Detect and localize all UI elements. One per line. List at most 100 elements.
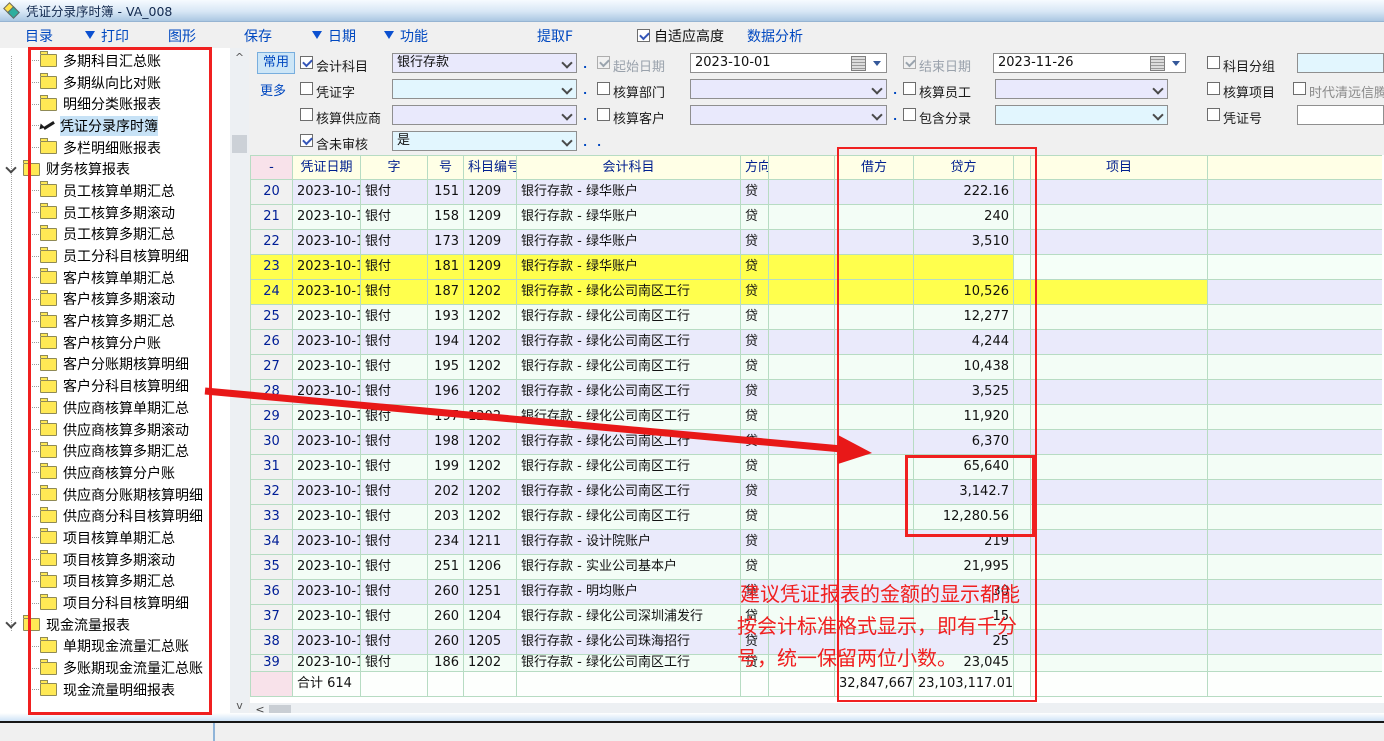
column-header[interactable]: 会计科目	[517, 155, 741, 180]
sidebar-item[interactable]: 供应商分账期核算明细	[0, 484, 230, 506]
scroll-up-button[interactable]: ^	[230, 50, 249, 66]
end-date-checkbox[interactable]	[903, 56, 916, 69]
function-dropdown-icon[interactable]	[384, 31, 394, 39]
entries-checkbox[interactable]	[903, 108, 916, 121]
column-header[interactable]: 方向	[741, 155, 769, 180]
voucher-word-select[interactable]	[392, 79, 577, 99]
sidebar-item[interactable]: 客户分科目核算明细	[0, 375, 230, 397]
table-row[interactable]: 23 2023-10-10 银付 181 1209 银行存款 - 绿华账户 贷	[250, 255, 1384, 280]
calendar-dropdown-icon[interactable]	[873, 61, 881, 66]
menu-save[interactable]: 保存	[244, 26, 272, 46]
unaudited-checkbox[interactable]	[300, 134, 313, 147]
table-row[interactable]: 24 2023-10-10 银付 187 1202 银行存款 - 绿化公司南区工…	[250, 280, 1384, 305]
table-row[interactable]: 30 2023-10-10 银付 198 1202 银行存款 - 绿化公司南区工…	[250, 430, 1384, 455]
supplier-select[interactable]	[392, 105, 577, 125]
table-row[interactable]: 27 2023-10-10 银付 195 1202 银行存款 - 绿化公司南区工…	[250, 355, 1384, 380]
more-link[interactable]: 更多	[260, 80, 286, 99]
calendar-dropdown-icon[interactable]	[1172, 61, 1180, 66]
sidebar-item[interactable]: 员工核算多期汇总	[0, 224, 230, 246]
customer-checkbox[interactable]	[597, 108, 610, 121]
sidebar-item[interactable]: 多账期现金流量汇总账	[0, 657, 230, 679]
table-row[interactable]: 35 2023-10-10 银付 251 1206 银行存款 - 实业公司基本户…	[250, 555, 1384, 580]
sidebar-item[interactable]: 项目核算多期滚动	[0, 549, 230, 571]
vertical-scrollbar[interactable]: ^ v	[230, 48, 249, 713]
table-row[interactable]: 37 2023-10-10 银付 260 1204 银行存款 - 绿化公司深圳浦…	[250, 605, 1384, 630]
chevron-down-icon[interactable]	[561, 109, 572, 120]
sidebar-item[interactable]: 项目分科目核算明细	[0, 592, 230, 614]
sidebar-item[interactable]: 多期科目汇总账	[0, 50, 230, 72]
column-header[interactable]: 号	[428, 155, 464, 180]
menu-date[interactable]: 日期	[328, 26, 356, 46]
dept-checkbox[interactable]	[597, 82, 610, 95]
table-row[interactable]: 39 2023-10-11 银付 186 1202 银行存款 - 绿化公司南区工…	[250, 655, 1384, 672]
sidebar-item[interactable]: 客户核算单期汇总	[0, 267, 230, 289]
project-checkbox[interactable]	[1207, 82, 1220, 95]
sidebar-item[interactable]: 供应商核算多期滚动	[0, 419, 230, 441]
chevron-down-icon[interactable]	[871, 109, 882, 120]
print-dropdown-icon[interactable]	[85, 31, 95, 39]
table-row[interactable]: 26 2023-10-10 银付 194 1202 银行存款 - 绿化公司南区工…	[250, 330, 1384, 355]
table-row[interactable]: 34 2023-10-10 银付 234 1211 银行存款 - 设计院账户 贷…	[250, 530, 1384, 555]
dept-select[interactable]	[690, 79, 887, 99]
sidebar-item[interactable]: 客户核算多期滚动	[0, 289, 230, 311]
table-row[interactable]: 21 2023-10-10 银付 158 1209 银行存款 - 绿华账户 贷 …	[250, 205, 1384, 230]
calendar-icon[interactable]	[851, 56, 866, 71]
sidebar-item[interactable]: 供应商核算多期汇总	[0, 440, 230, 462]
table-row[interactable]: 20 2023-10-10 银付 151 1209 银行存款 - 绿华账户 贷 …	[250, 180, 1384, 205]
table-row[interactable]: 36 2023-10-10 银付 260 1251 银行存款 - 明均账户 贷 …	[250, 580, 1384, 605]
sidebar-item[interactable]: 员工核算单期汇总	[0, 180, 230, 202]
column-header[interactable]: 凭证日期	[293, 155, 361, 180]
sidebar-item[interactable]: 客户核算分户账	[0, 332, 230, 354]
voucher-word-checkbox[interactable]	[300, 82, 313, 95]
column-header[interactable]: -	[250, 155, 293, 180]
sidebar-item[interactable]: 项目核算单期汇总	[0, 527, 230, 549]
chevron-down-icon[interactable]	[1152, 83, 1163, 94]
calendar-icon[interactable]	[1150, 56, 1165, 71]
sidebar-item[interactable]: 现金流量明细报表	[0, 679, 230, 701]
column-header[interactable]	[1208, 155, 1382, 180]
column-header[interactable]: 项目	[1031, 155, 1208, 180]
sidebar-item[interactable]: 员工核算多期滚动	[0, 202, 230, 224]
end-date-input[interactable]: 2023-11-26	[993, 53, 1186, 73]
sidebar-item[interactable]: 单期现金流量汇总账	[0, 636, 230, 658]
partner-checkbox[interactable]	[1293, 82, 1306, 95]
sidebar-item[interactable]: 凭证分录序时簿	[0, 115, 230, 137]
chevron-down-icon[interactable]	[1152, 109, 1163, 120]
table-row[interactable]: 22 2023-10-10 银付 173 1209 银行存款 - 绿华账户 贷 …	[250, 230, 1384, 255]
sidebar-item[interactable]: 客户分账期核算明细	[0, 354, 230, 376]
sidebar-item[interactable]: 现金流量报表	[0, 614, 230, 636]
sidebar-item[interactable]: 多栏明细账报表	[0, 137, 230, 159]
sidebar-item[interactable]: 明细分类账报表	[0, 93, 230, 115]
customer-select[interactable]	[690, 105, 887, 125]
vertical-scroll-thumb[interactable]	[232, 135, 247, 153]
account-select[interactable]: 银行存款	[392, 53, 577, 73]
start-date-checkbox[interactable]	[597, 56, 610, 69]
column-header[interactable]: 科目编号	[464, 155, 517, 180]
column-header[interactable]	[1014, 155, 1031, 180]
menu-function[interactable]: 功能	[400, 26, 428, 46]
voucher-no-input[interactable]	[1297, 105, 1384, 125]
chevron-down-icon[interactable]	[5, 162, 16, 173]
table-row[interactable]: 31 2023-10-10 银付 199 1202 银行存款 - 绿化公司南区工…	[250, 455, 1384, 480]
supplier-checkbox[interactable]	[300, 108, 313, 121]
table-row[interactable]: 32 2023-10-10 银付 202 1202 银行存款 - 绿化公司南区工…	[250, 480, 1384, 505]
table-row[interactable]: 33 2023-10-10 银付 203 1202 银行存款 - 绿化公司南区工…	[250, 505, 1384, 530]
menu-extract[interactable]: 提取F	[537, 26, 573, 46]
auto-height-checkbox[interactable]	[637, 29, 650, 42]
start-date-input[interactable]: 2023-10-01	[690, 53, 887, 73]
sidebar-item[interactable]: 项目核算多期汇总	[0, 571, 230, 593]
column-header[interactable]	[769, 155, 835, 180]
sidebar-item[interactable]: 供应商核算分户账	[0, 462, 230, 484]
menu-graph[interactable]: 图形	[168, 26, 196, 46]
sidebar-item[interactable]: 供应商分科目核算明细	[0, 505, 230, 527]
date-dropdown-icon[interactable]	[312, 31, 322, 39]
employee-select[interactable]	[995, 79, 1168, 99]
column-header[interactable]: 贷方	[914, 155, 1014, 180]
entries-select[interactable]	[995, 105, 1168, 125]
chevron-down-icon[interactable]	[871, 83, 882, 94]
voucher-no-checkbox[interactable]	[1207, 108, 1220, 121]
menu-data-analysis[interactable]: 数据分析	[747, 26, 803, 46]
sidebar-item[interactable]: 员工分科目核算明细	[0, 245, 230, 267]
column-header[interactable]: 字	[361, 155, 428, 180]
tab-common[interactable]: 常用	[257, 52, 295, 74]
